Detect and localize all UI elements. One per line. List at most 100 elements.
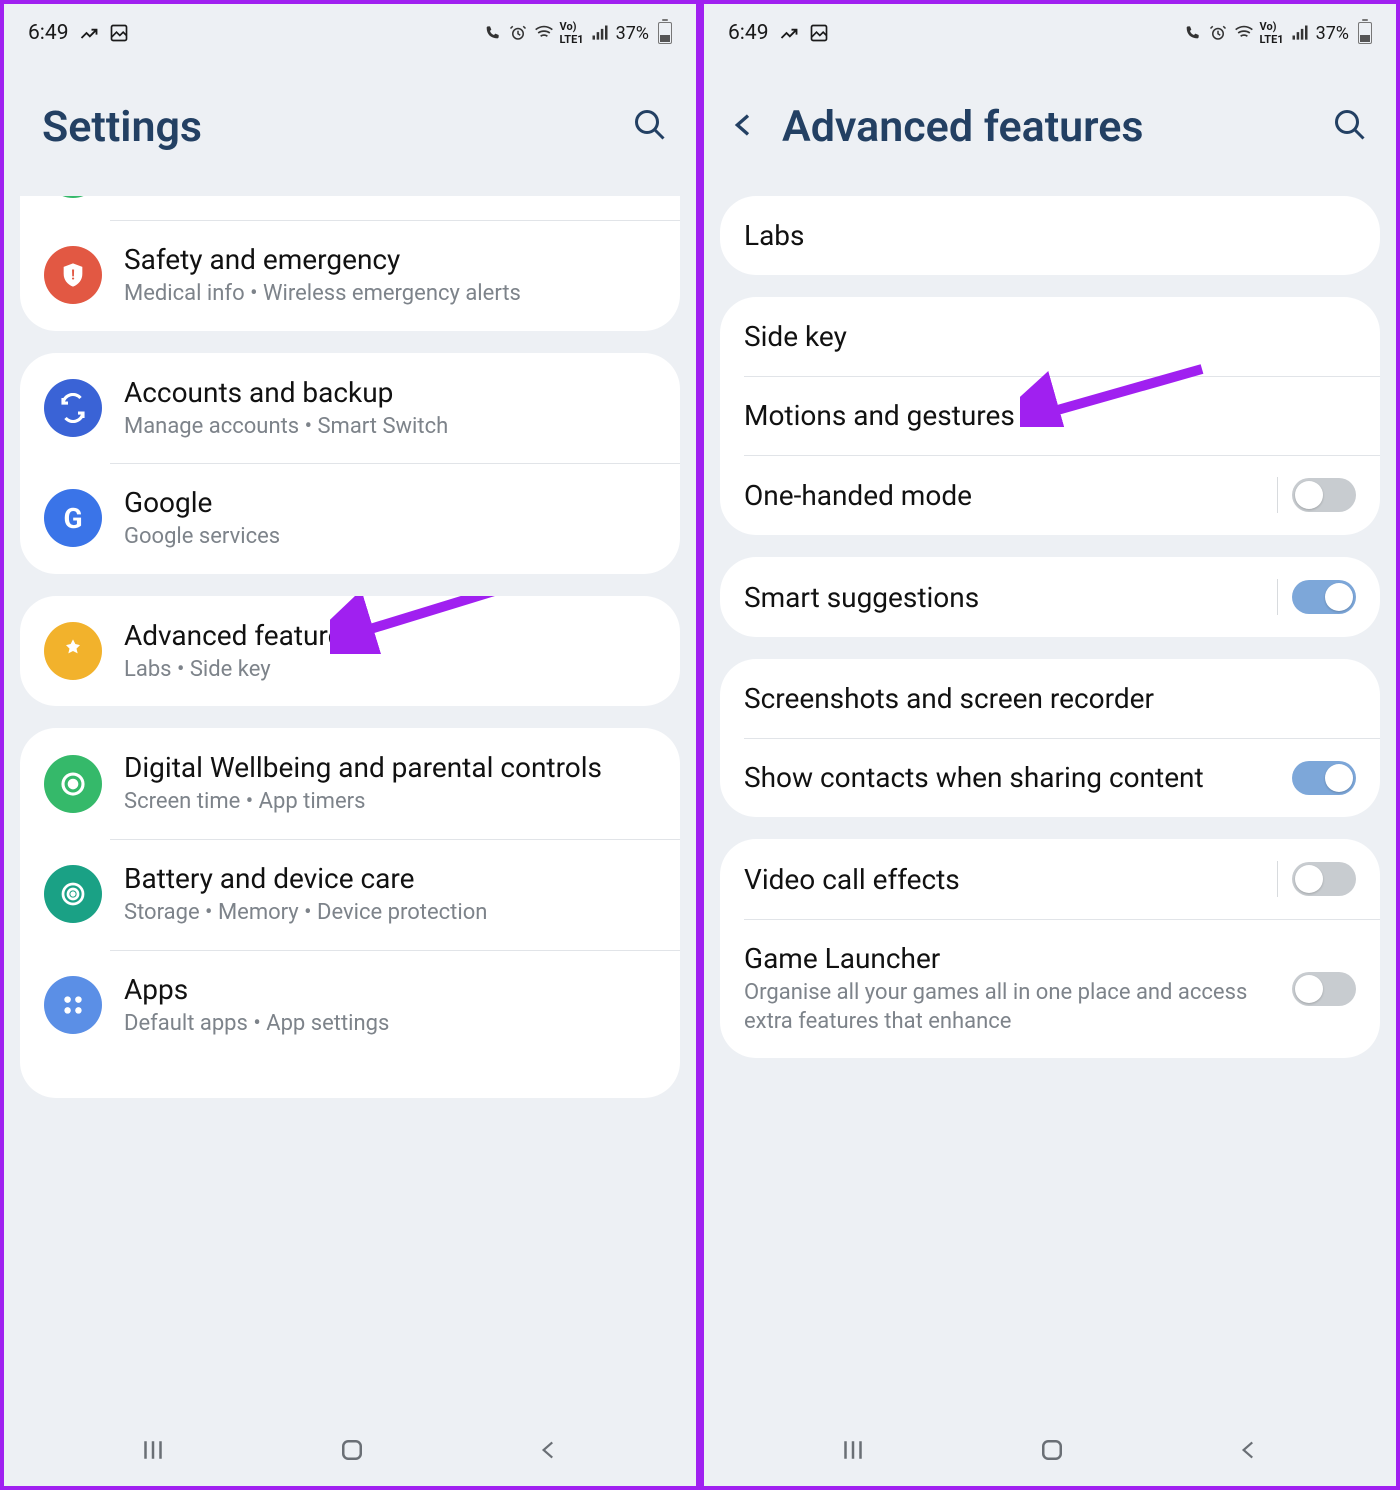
navigation-bar [704, 1418, 1396, 1486]
toggle-gamelauncher[interactable] [1292, 972, 1356, 1006]
adv-item-title: Video call effects [744, 862, 1277, 897]
nav-recents[interactable] [138, 1435, 168, 1469]
status-battery-pct: 37% [616, 23, 649, 44]
adv-item-title: Show contacts when sharing content [744, 760, 1292, 795]
navigation-bar [4, 1418, 696, 1486]
adv-item-onehanded[interactable]: One-handed mode [720, 455, 1380, 535]
adv-item-title: Screenshots and screen recorder [744, 681, 1356, 716]
toggle-separator [1277, 861, 1278, 897]
settings-item-title: Apps [124, 972, 656, 1007]
adv-item-gamelauncher[interactable]: Game Launcher Organise all your games al… [720, 919, 1380, 1058]
adv-group-2: Side key Motions and gestures One-handed… [720, 297, 1380, 535]
accounts-icon [44, 379, 102, 437]
settings-item-accounts[interactable]: Accounts and backup Manage accounts • Sm… [20, 353, 680, 464]
settings-item-title: Battery and device care [124, 861, 656, 896]
alarm-icon [508, 23, 528, 43]
status-battery-pct: 37% [1316, 23, 1349, 44]
toggle-separator [1277, 579, 1278, 615]
page-title: Advanced features [782, 102, 1332, 152]
picture-icon [809, 23, 829, 43]
nav-home[interactable] [337, 1435, 367, 1469]
volte-icon: Vo)LTE1 [1260, 20, 1284, 46]
search-icon[interactable] [632, 107, 668, 147]
advanced-icon [44, 622, 102, 680]
nav-back[interactable] [1236, 1437, 1262, 1467]
adv-group-labs: Labs [720, 196, 1380, 275]
alarm-icon [1208, 23, 1228, 43]
adv-group-4: Screenshots and screen recorder Show con… [720, 659, 1380, 817]
battery-care-icon [44, 865, 102, 923]
adv-group-5: Video call effects Game Launcher Organis… [720, 839, 1380, 1058]
call-icon [1182, 23, 1202, 43]
adv-item-showcontacts[interactable]: Show contacts when sharing content [720, 738, 1380, 817]
settings-item-title: Advanced features [124, 618, 656, 653]
adv-item-video[interactable]: Video call effects [720, 839, 1380, 919]
settings-group-2: Accounts and backup Manage accounts • Sm… [20, 353, 680, 574]
location-icon [44, 196, 102, 198]
search-icon[interactable] [1332, 107, 1368, 147]
apps-icon [44, 976, 102, 1034]
toggle-onehanded[interactable] [1292, 478, 1356, 512]
toggle-smart[interactable] [1292, 580, 1356, 614]
nav-home[interactable] [1037, 1435, 1067, 1469]
status-bar: 6:49 Vo)LTE1 37% [4, 4, 696, 62]
wellbeing-icon [44, 755, 102, 813]
adv-item-sub: Organise all your games all in one place… [744, 979, 1292, 1036]
status-time: 6:49 [28, 21, 69, 45]
adv-item-title: One-handed mode [744, 478, 1277, 513]
status-bar: 6:49 Vo)LTE1 37% [704, 4, 1396, 62]
settings-item-title: Safety and emergency [124, 242, 656, 277]
settings-group-1: Location requests ! Safety and emergency… [20, 196, 680, 331]
settings-item-apps[interactable]: Apps Default apps • App settings [20, 950, 680, 1099]
settings-item-google[interactable]: G Google Google services [20, 463, 680, 574]
signal-icon [590, 23, 610, 43]
settings-item-sub: Manage accounts • Smart Switch [124, 413, 656, 442]
adv-item-screenshots[interactable]: Screenshots and screen recorder [720, 659, 1380, 738]
adv-item-smart[interactable]: Smart suggestions [720, 557, 1380, 637]
adv-item-sidekey[interactable]: Side key [720, 297, 1380, 376]
adv-item-title: Smart suggestions [744, 580, 1277, 615]
settings-item-location[interactable]: Location requests [20, 196, 680, 220]
advanced-list: Labs Side key Motions and gestures One-h… [704, 196, 1396, 1418]
wifi-icon [1234, 23, 1254, 43]
picture-icon [109, 23, 129, 43]
settings-item-sub: Google services [124, 523, 656, 552]
back-button[interactable] [728, 109, 760, 145]
settings-item-title: Google [124, 485, 656, 520]
missed-call-icon [79, 23, 99, 43]
settings-item-sub: Medical info • Wireless emergency alerts [124, 280, 656, 309]
settings-item-battery[interactable]: Battery and device care Storage • Memory… [20, 839, 680, 950]
settings-item-title: Digital Wellbeing and parental controls [124, 750, 656, 785]
svg-text:!: ! [71, 268, 75, 284]
left-screenshot: 6:49 Vo)LTE1 37% Settings [0, 0, 700, 1490]
settings-item-sub: Screen time • App timers [124, 788, 656, 817]
adv-item-title: Game Launcher [744, 941, 1292, 976]
settings-item-sub: Storage • Memory • Device protection [124, 899, 656, 928]
signal-icon [1290, 23, 1310, 43]
battery-icon [658, 22, 672, 44]
settings-item-sub: Default apps • App settings [124, 1010, 656, 1039]
settings-header: Settings [4, 62, 696, 196]
settings-item-sub: Labs • Side key [124, 656, 656, 685]
settings-item-safety[interactable]: ! Safety and emergency Medical info • Wi… [20, 220, 680, 331]
toggle-separator [1277, 477, 1278, 513]
settings-group-3: Advanced features Labs • Side key [20, 596, 680, 707]
adv-item-title: Labs [744, 218, 1356, 253]
adv-item-labs[interactable]: Labs [720, 196, 1380, 275]
volte-icon: Vo)LTE1 [560, 20, 584, 46]
adv-item-motions[interactable]: Motions and gestures [720, 376, 1380, 455]
settings-item-advanced[interactable]: Advanced features Labs • Side key [20, 596, 680, 707]
settings-item-wellbeing[interactable]: Digital Wellbeing and parental controls … [20, 728, 680, 839]
nav-recents[interactable] [838, 1435, 868, 1469]
page-title: Settings [42, 102, 632, 152]
call-icon [482, 23, 502, 43]
google-icon: G [44, 489, 102, 547]
nav-back[interactable] [536, 1437, 562, 1467]
toggle-video[interactable] [1292, 862, 1356, 896]
adv-item-title: Motions and gestures [744, 398, 1356, 433]
advanced-header: Advanced features [704, 62, 1396, 196]
toggle-showcontacts[interactable] [1292, 761, 1356, 795]
settings-item-title: Accounts and backup [124, 375, 656, 410]
wifi-icon [534, 23, 554, 43]
adv-group-smart: Smart suggestions [720, 557, 1380, 637]
